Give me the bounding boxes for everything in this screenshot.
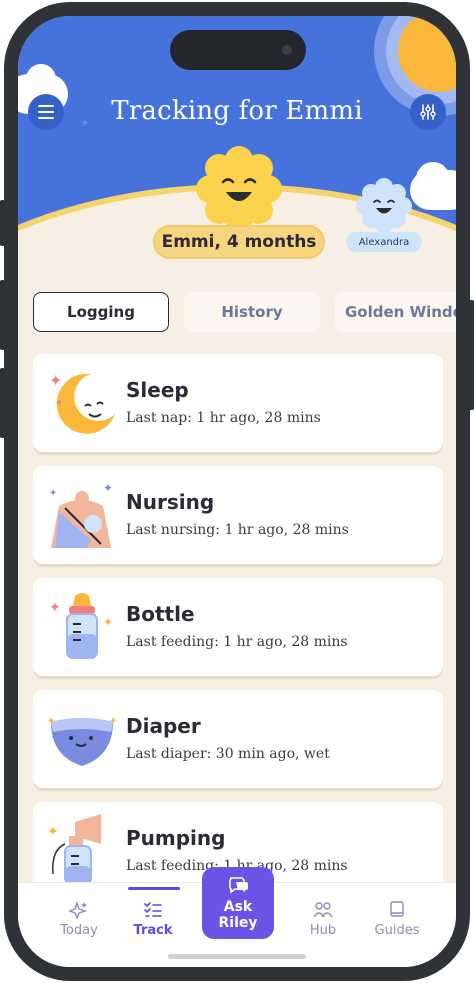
nav-guides[interactable]: Guides — [362, 901, 432, 938]
cloud-icon — [26, 64, 56, 94]
sparkle-icon — [69, 901, 88, 919]
svg-text:✦: ✦ — [103, 615, 113, 629]
page-title: Tracking for Emmi — [111, 96, 363, 126]
nav-today[interactable]: Today — [44, 901, 114, 938]
nav-hub-label: Hub — [309, 923, 337, 938]
tracking-card-diaper[interactable]: ✦ ✦ Diaper Last diaper: 30 min ago, wet — [33, 690, 443, 788]
child-avatar-flower[interactable] — [196, 146, 282, 232]
svg-text:✦: ✦ — [49, 488, 57, 499]
nav-hub[interactable]: Hub — [288, 901, 358, 938]
nav-guides-label: Guides — [374, 923, 420, 938]
nav-today-label: Today — [60, 923, 98, 938]
card-subtitle: Last nursing: 1 hr ago, 28 mins — [126, 522, 349, 538]
camera-icon — [282, 45, 292, 55]
diaper-icon: ✦ ✦ — [47, 716, 117, 766]
bottle-icon: ✦ ✦ — [49, 593, 113, 659]
card-subtitle: Last feeding: 1 hr ago, 28 mins — [126, 634, 348, 650]
card-title: Sleep — [126, 378, 189, 402]
cloud-icon — [416, 162, 450, 196]
chat-bubble-icon — [229, 877, 248, 894]
secondary-child-avatar[interactable] — [356, 178, 412, 234]
card-title: Bottle — [126, 602, 195, 626]
book-icon — [390, 901, 404, 917]
svg-text:✦: ✦ — [49, 600, 61, 616]
nav-track-label: Track — [133, 923, 173, 938]
card-title: Nursing — [126, 490, 215, 514]
tab-bar: Logging History Golden Window — [33, 292, 456, 332]
child-name-badge[interactable]: Emmi, 4 months — [153, 225, 325, 259]
svg-text:✦: ✦ — [47, 716, 55, 727]
nursing-icon: ✦ ✦ — [49, 481, 113, 548]
side-button — [0, 280, 5, 350]
nav-track[interactable]: Track — [118, 901, 188, 938]
ask-riley-button[interactable]: Ask Riley — [202, 867, 274, 939]
active-tab-indicator — [128, 887, 180, 890]
tab-logging[interactable]: Logging — [33, 292, 169, 332]
card-title: Diaper — [126, 714, 201, 738]
moon-icon: ✦ ✦ — [49, 371, 115, 434]
card-subtitle: Last diaper: 30 min ago, wet — [126, 746, 330, 762]
svg-text:✦: ✦ — [109, 716, 117, 727]
svg-text:✦: ✦ — [55, 398, 63, 409]
pump-icon: ✦ — [47, 814, 101, 885]
app-screen: ✦ Tracking for Emmi Emmi, 4 months Alexa… — [18, 16, 456, 967]
tracking-card-nursing[interactable]: ✦ ✦ Nursing Last nursing: 1 hr ago, 28 m… — [33, 466, 443, 564]
tracking-card-bottle[interactable]: ✦ ✦ Bottle Last feeding: 1 hr ago, 28 mi… — [33, 578, 443, 676]
tab-history[interactable]: History — [184, 292, 320, 332]
svg-text:✦: ✦ — [103, 481, 113, 495]
secondary-child-label[interactable]: Alexandra — [346, 232, 422, 252]
home-indicator — [168, 954, 306, 959]
checklist-icon — [144, 902, 162, 917]
ask-label-line2: Riley — [218, 915, 258, 931]
tab-golden-window[interactable]: Golden Window — [335, 292, 456, 332]
card-title: Pumping — [126, 826, 226, 850]
svg-text:✦: ✦ — [49, 371, 62, 390]
ask-label-line1: Ask — [223, 899, 253, 915]
side-button — [0, 200, 5, 246]
side-button — [0, 368, 5, 438]
tracking-card-sleep[interactable]: ✦ ✦ Sleep Last nap: 1 hr ago, 28 mins — [33, 354, 443, 452]
card-subtitle: Last nap: 1 hr ago, 28 mins — [126, 410, 321, 426]
svg-text:✦: ✦ — [47, 824, 59, 840]
people-icon — [313, 902, 333, 918]
side-button — [469, 300, 474, 410]
